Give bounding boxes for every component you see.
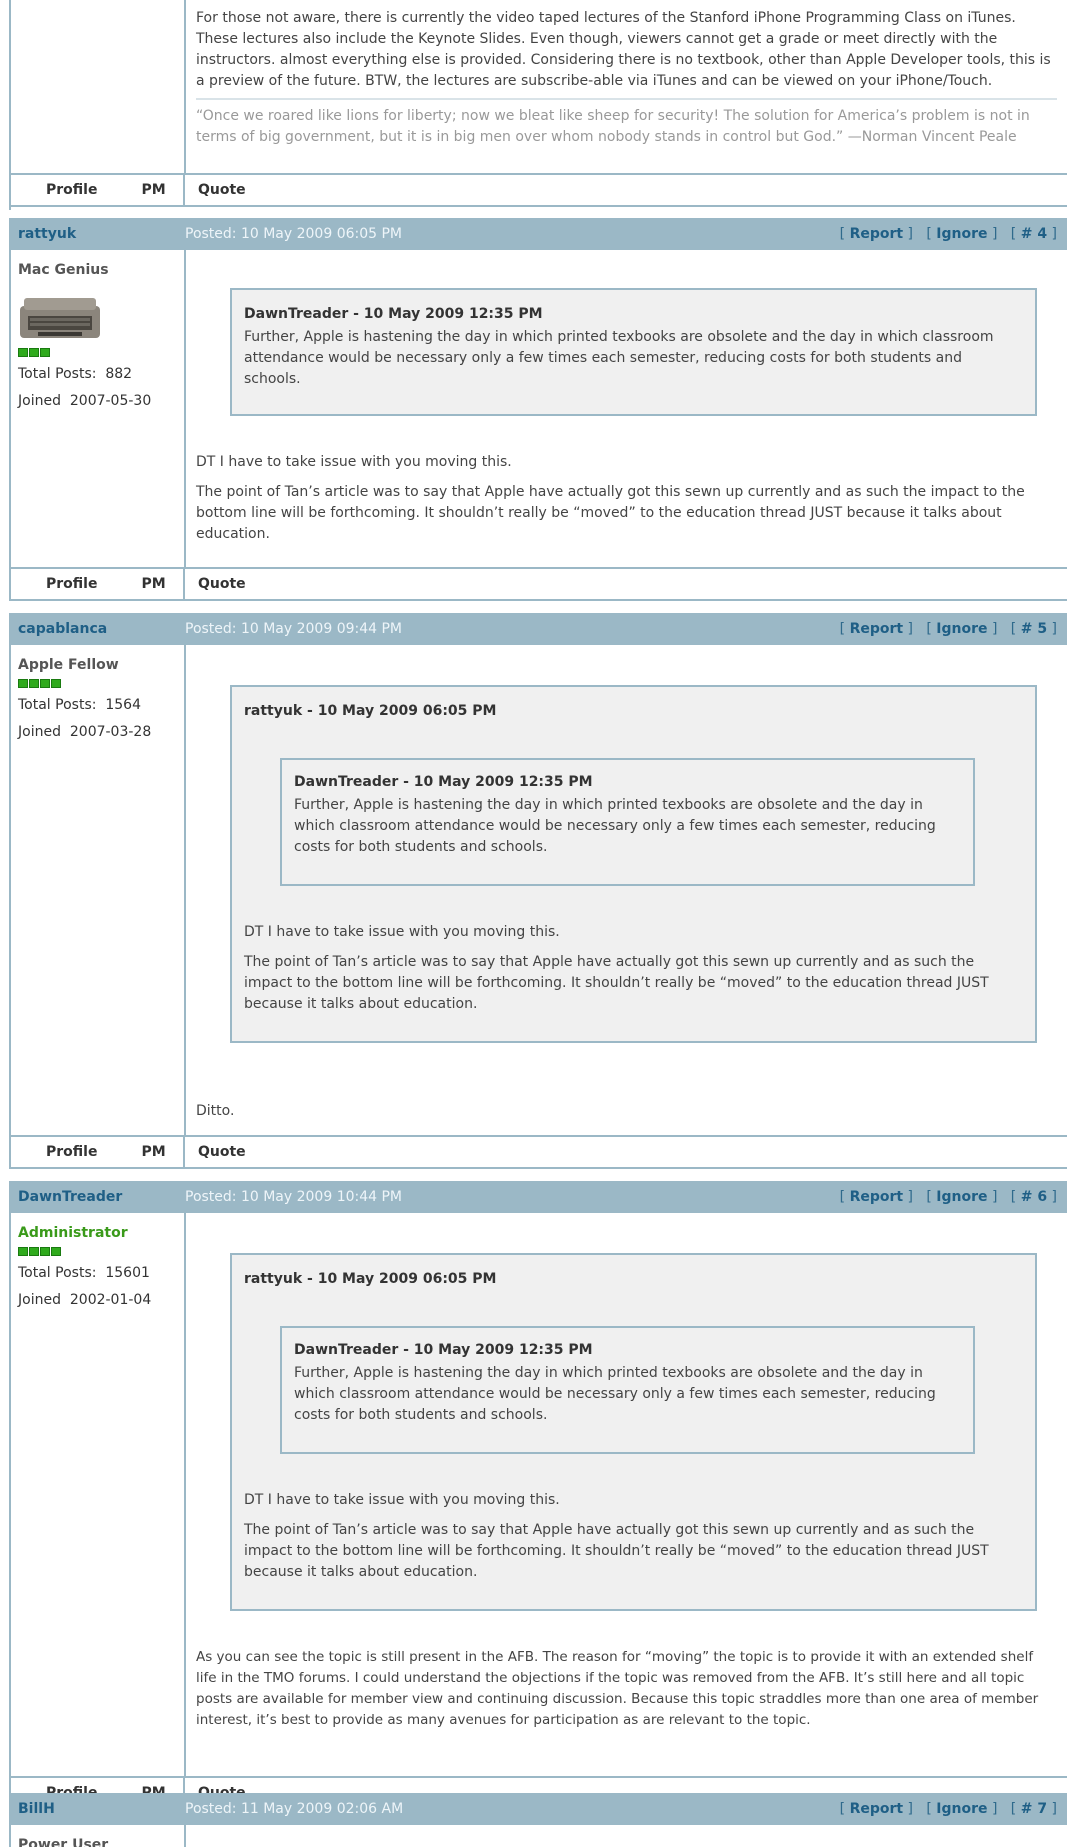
post-header: capablanca Posted: 10 May 2009 09:44 PM … [11,613,1067,645]
post-content: rattyuk - 10 May 2009 06:05 PM DawnTread… [186,645,1067,1135]
joined-date: Joined 2007-05-30 [18,393,152,409]
post-number-link[interactable]: # 5 [1021,621,1047,637]
ignore-link[interactable]: Ignore [936,1189,987,1205]
post-body: For those not aware, there is currently … [196,10,1051,89]
post-content [186,1825,1067,1847]
quote-link[interactable]: Quote [198,576,246,592]
report-link[interactable]: Report [850,226,904,242]
rank-bars [18,348,184,357]
profile-link[interactable]: Profile [46,576,97,592]
post-actions: [ Report ] [ Ignore ] [ # 4 ] [839,226,1057,242]
quote-block: DawnTreader - 10 May 2009 12:35 PM Furth… [230,288,1037,416]
post-7: BillH Posted: 11 May 2009 02:06 AM [ Rep… [9,1793,1067,1847]
ignore-link[interactable]: Ignore [936,1801,987,1817]
rank-bars [18,679,184,688]
joined-date: Joined 2007-03-28 [18,724,152,740]
quote-paragraph: The point of Tan’s article was to say th… [244,954,989,1012]
quote-paragraph: DT I have to take issue with you moving … [244,924,560,940]
signature: “Once we roared like lions for liberty; … [196,98,1057,148]
quote-block-outer: rattyuk - 10 May 2009 06:05 PM DawnTread… [230,1253,1037,1611]
posted-date: Posted: 11 May 2009 02:06 AM [185,1801,404,1817]
post-3: For those not aware, there is currently … [9,0,1067,210]
pm-link[interactable]: PM [141,1144,165,1160]
post-actions: [ Report ] [ Ignore ] [ # 6 ] [839,1189,1057,1205]
report-link[interactable]: Report [850,1189,904,1205]
post-5: capablanca Posted: 10 May 2009 09:44 PM … [9,613,1067,1169]
ignore-link[interactable]: Ignore [936,226,987,242]
post-sidebar: Administrator Total Posts: 15601 Joined … [11,1213,186,1776]
joined-date: Joined 2002-01-04 [18,1292,152,1308]
post-number-link[interactable]: # 6 [1021,1189,1047,1205]
quote-block-inner: DawnTreader - 10 May 2009 12:35 PM Furth… [280,1326,975,1454]
post-number-link[interactable]: # 4 [1021,226,1047,242]
quote-paragraph: The point of Tan’s article was to say th… [244,1522,989,1580]
post-footer: Profile PM Quote [11,567,1067,601]
post-paragraph: Ditto. [196,1103,235,1119]
profile-link[interactable]: Profile [46,182,97,198]
user-rank: Administrator [18,1225,128,1241]
posted-date: Posted: 10 May 2009 06:05 PM [185,226,403,242]
total-posts: Total Posts: 1564 [18,697,141,713]
pm-link[interactable]: PM [141,576,165,592]
user-rank: Mac Genius [18,262,109,278]
username-link[interactable]: DawnTreader [11,1189,185,1205]
post-actions: [ Report ] [ Ignore ] [ # 7 ] [839,1801,1057,1817]
typewriter-icon [20,298,100,338]
post-content: For those not aware, there is currently … [186,0,1067,173]
post-paragraph: As you can see the topic is still presen… [196,1649,1039,1728]
quote-text: Further, Apple is hastening the day in w… [294,797,936,855]
post-footer: Profile PM Quote [11,173,1067,207]
post-6: DawnTreader Posted: 10 May 2009 10:44 PM… [9,1181,1067,1810]
quote-block-inner: DawnTreader - 10 May 2009 12:35 PM Furth… [280,758,975,886]
post-content: DawnTreader - 10 May 2009 12:35 PM Furth… [186,250,1067,567]
pm-link[interactable]: PM [141,182,165,198]
post-sidebar [11,0,186,173]
username-link[interactable]: rattyuk [11,226,185,242]
post-sidebar: Mac Genius Total Posts: 882 Joined 2007-… [11,250,186,567]
quote-block-outer: rattyuk - 10 May 2009 06:05 PM DawnTread… [230,685,1037,1043]
quote-header: DawnTreader - 10 May 2009 12:35 PM [244,306,543,322]
quote-header: rattyuk - 10 May 2009 06:05 PM [244,703,497,719]
quote-header: rattyuk - 10 May 2009 06:05 PM [244,1271,497,1287]
post-number-link[interactable]: # 7 [1021,1801,1047,1817]
posted-date: Posted: 10 May 2009 09:44 PM [185,621,403,637]
total-posts: Total Posts: 15601 [18,1265,150,1281]
quote-link[interactable]: Quote [198,1144,246,1160]
quote-paragraph: DT I have to take issue with you moving … [244,1492,560,1508]
post-sidebar: Power User [11,1825,186,1847]
post-4: rattyuk Posted: 10 May 2009 06:05 PM [ R… [9,218,1067,601]
avatar [18,292,102,342]
quote-text: Further, Apple is hastening the day in w… [294,1365,936,1423]
quote-link[interactable]: Quote [198,182,246,198]
post-actions: [ Report ] [ Ignore ] [ # 5 ] [839,621,1057,637]
post-header: rattyuk Posted: 10 May 2009 06:05 PM [ R… [11,218,1067,250]
quote-text: Further, Apple is hastening the day in w… [244,329,994,387]
post-paragraph: DT I have to take issue with you moving … [196,454,512,470]
rank-bars [18,1247,184,1256]
ignore-link[interactable]: Ignore [936,621,987,637]
post-sidebar: Apple Fellow Total Posts: 1564 Joined 20… [11,645,186,1135]
quote-header: DawnTreader - 10 May 2009 12:35 PM [294,774,593,790]
user-rank: Apple Fellow [18,657,119,673]
post-header: BillH Posted: 11 May 2009 02:06 AM [ Rep… [11,1793,1067,1825]
post-footer: Profile PM Quote [11,1135,1067,1169]
post-paragraph: The point of Tan’s article was to say th… [196,484,1025,542]
profile-link[interactable]: Profile [46,1144,97,1160]
user-rank: Power User [18,1837,109,1847]
total-posts: Total Posts: 882 [18,366,133,382]
post-header: DawnTreader Posted: 10 May 2009 10:44 PM… [11,1181,1067,1213]
posted-date: Posted: 10 May 2009 10:44 PM [185,1189,403,1205]
report-link[interactable]: Report [850,1801,904,1817]
username-link[interactable]: BillH [11,1801,185,1817]
quote-header: DawnTreader - 10 May 2009 12:35 PM [294,1342,593,1358]
post-content: rattyuk - 10 May 2009 06:05 PM DawnTread… [186,1213,1067,1776]
username-link[interactable]: capablanca [11,621,185,637]
report-link[interactable]: Report [850,621,904,637]
